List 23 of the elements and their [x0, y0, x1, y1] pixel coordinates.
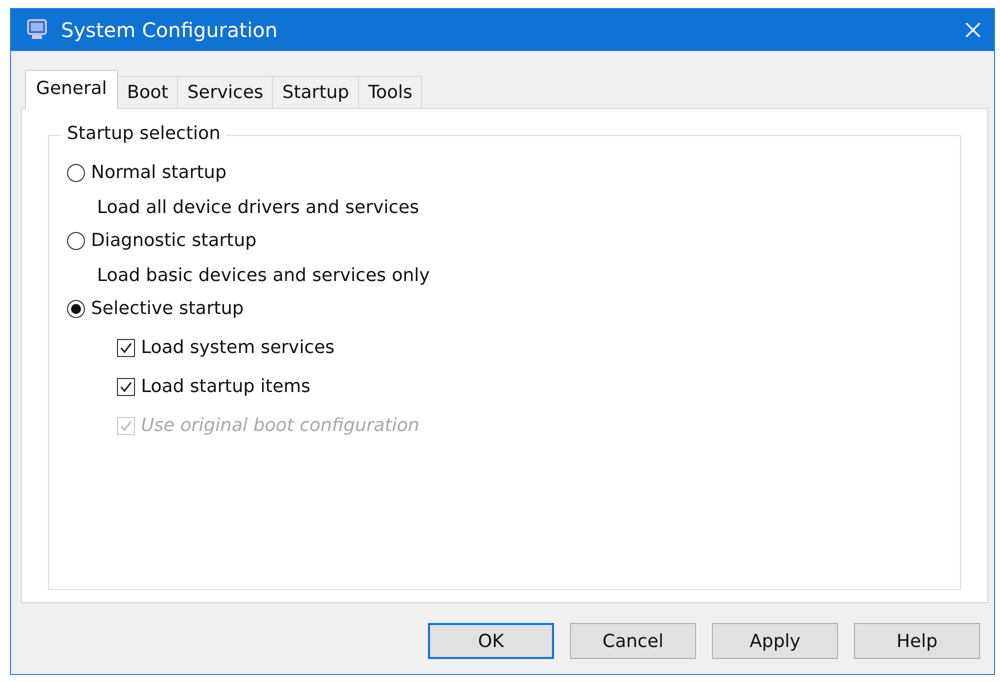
option-label: Normal startup: [91, 162, 227, 183]
radio-button[interactable]: [67, 232, 85, 250]
option-description: Load all device drivers and services: [97, 197, 420, 218]
tab[interactable]: General: [25, 70, 118, 109]
radio-button[interactable]: [67, 300, 85, 318]
radio-button[interactable]: [67, 164, 85, 182]
option-label: Selective startup: [91, 298, 244, 319]
checkbox-label: Load startup items: [141, 376, 310, 397]
window-title: System Configuration: [61, 18, 279, 42]
group-title: Startup selection: [61, 123, 226, 144]
checkbox[interactable]: [117, 338, 135, 356]
tab[interactable]: Tools: [358, 76, 422, 108]
dialog-button[interactable]: Help: [854, 623, 980, 659]
option-description: Load basic devices and services only: [97, 265, 431, 286]
dialog-button[interactable]: Apply: [712, 623, 838, 659]
computer-icon: [25, 18, 49, 42]
dialog-button[interactable]: OK: [428, 623, 554, 659]
checkbox[interactable]: [117, 378, 135, 396]
option-label: Diagnostic startup: [91, 230, 257, 251]
checkbox-label: Use original boot configuration: [141, 415, 420, 436]
checkbox-label: Load system services: [141, 337, 335, 358]
dialog-button[interactable]: Cancel: [570, 623, 696, 659]
close-icon[interactable]: [964, 21, 982, 39]
